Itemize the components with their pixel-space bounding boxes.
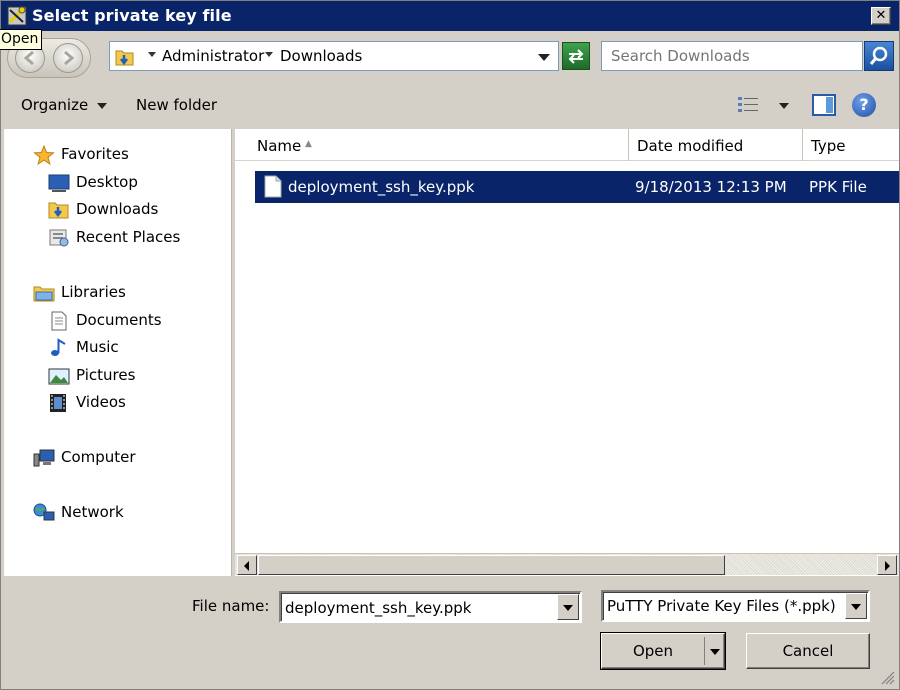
- search-input[interactable]: [602, 42, 862, 70]
- file-type-filter-select[interactable]: PuTTY Private Key Files (*.ppk): [601, 590, 870, 622]
- view-dropdown-icon[interactable]: [779, 103, 789, 109]
- column-header-row: Name ▲ Date modified Type: [235, 129, 899, 161]
- scroll-left-button[interactable]: [237, 555, 257, 575]
- file-name: deployment_ssh_key.ppk: [288, 178, 475, 196]
- downloads-folder-icon: [48, 202, 69, 219]
- close-button[interactable]: ✕: [871, 7, 891, 25]
- sort-ascending-icon: ▲: [305, 139, 312, 149]
- right-arrow-icon: [885, 561, 890, 571]
- nav-label: Pictures: [76, 366, 136, 384]
- file-type: PPK File: [809, 178, 867, 196]
- address-history-dropdown-icon[interactable]: [538, 54, 550, 61]
- open-button[interactable]: Open: [601, 633, 725, 669]
- documents-icon: [51, 311, 67, 331]
- column-header-type[interactable]: Type: [803, 129, 899, 161]
- scrollbar-thumb[interactable]: [258, 555, 725, 575]
- file-type-filter-value: PuTTY Private Key Files (*.ppk): [607, 597, 836, 615]
- music-icon: [51, 338, 66, 356]
- column-header-date-modified[interactable]: Date modified: [629, 129, 803, 161]
- chevron-down-icon: [851, 604, 861, 610]
- organize-button[interactable]: Organize: [21, 96, 88, 114]
- change-view-icon[interactable]: [737, 95, 761, 115]
- address-row: Administrator Downloads: [1, 32, 899, 82]
- nav-label: Music: [76, 338, 119, 356]
- cancel-button[interactable]: Cancel: [746, 633, 870, 669]
- column-header-name[interactable]: Name ▲: [249, 129, 629, 161]
- pictures-icon: [48, 368, 70, 385]
- column-header-label: Name: [257, 137, 302, 155]
- chevron-down-icon: [563, 605, 573, 611]
- search-field[interactable]: [601, 41, 863, 71]
- network-icon: [33, 503, 55, 521]
- nav-label: Videos: [76, 393, 126, 411]
- computer-icon: [33, 449, 55, 467]
- nav-label: Desktop: [76, 173, 138, 191]
- open-button-label: Open: [632, 642, 674, 660]
- nav-label: Favorites: [61, 145, 129, 163]
- nav-label: Documents: [76, 311, 162, 329]
- star-icon: [33, 145, 55, 165]
- file-icon: [264, 175, 282, 198]
- libraries-icon: [33, 286, 55, 302]
- tooltip: Open: [0, 29, 43, 50]
- breadcrumb[interactable]: Administrator Downloads: [109, 41, 559, 71]
- breadcrumb-item-downloads[interactable]: Downloads: [280, 47, 362, 65]
- nav-label: Computer: [61, 448, 136, 466]
- nav-label: Libraries: [61, 283, 126, 301]
- recent-places-icon: [49, 229, 69, 247]
- breadcrumb-separator-icon[interactable]: [148, 52, 156, 57]
- file-name-combobox[interactable]: [279, 591, 582, 623]
- desktop-icon: [48, 174, 70, 192]
- breadcrumb-item-administrator[interactable]: Administrator: [162, 47, 264, 65]
- breadcrumb-separator-icon[interactable]: [265, 52, 273, 57]
- left-arrow-icon: [244, 561, 249, 571]
- forward-button[interactable]: [53, 43, 83, 73]
- search-button[interactable]: [864, 41, 894, 71]
- command-bar: Organize New folder ?: [1, 82, 899, 128]
- putty-key-icon: [7, 6, 27, 26]
- nav-label: Downloads: [76, 200, 159, 218]
- resize-grip-icon[interactable]: [879, 669, 895, 685]
- file-name-dropdown-button[interactable]: [557, 594, 579, 620]
- file-dialog-window: Select private key file ✕ Open Administr…: [0, 0, 900, 690]
- forward-arrow-icon: [64, 50, 75, 66]
- nav-label: Recent Places: [76, 228, 181, 246]
- file-list-pane[interactable]: Name ▲ Date modified Type deployment_ssh…: [235, 129, 899, 576]
- refresh-button[interactable]: [562, 42, 590, 70]
- column-header-label: Date modified: [637, 137, 744, 155]
- chevron-down-icon: [710, 649, 720, 655]
- file-name-label: File name:: [192, 597, 270, 615]
- refresh-icon: [568, 49, 584, 64]
- column-header-label: Type: [811, 137, 846, 155]
- file-type-dropdown-button[interactable]: [845, 593, 867, 619]
- window-title: Select private key file: [32, 6, 232, 25]
- title-bar[interactable]: Select private key file ✕: [1, 1, 899, 31]
- help-icon[interactable]: ?: [852, 93, 876, 117]
- horizontal-scrollbar[interactable]: [235, 553, 899, 575]
- file-row[interactable]: deployment_ssh_key.ppk 9/18/2013 12:13 P…: [255, 171, 899, 203]
- back-arrow-icon: [23, 50, 34, 66]
- preview-pane-icon[interactable]: [812, 94, 836, 116]
- search-icon: [869, 46, 888, 65]
- downloads-folder-icon: [115, 50, 134, 66]
- scroll-right-button[interactable]: [877, 555, 897, 575]
- file-date-modified: 9/18/2013 12:13 PM: [635, 178, 787, 196]
- videos-icon: [50, 394, 66, 412]
- file-name-input[interactable]: [285, 597, 553, 619]
- new-folder-button[interactable]: New folder: [136, 96, 217, 114]
- nav-label: Network: [61, 503, 124, 521]
- open-options-dropdown[interactable]: [704, 637, 724, 665]
- organize-dropdown-icon[interactable]: [97, 103, 107, 109]
